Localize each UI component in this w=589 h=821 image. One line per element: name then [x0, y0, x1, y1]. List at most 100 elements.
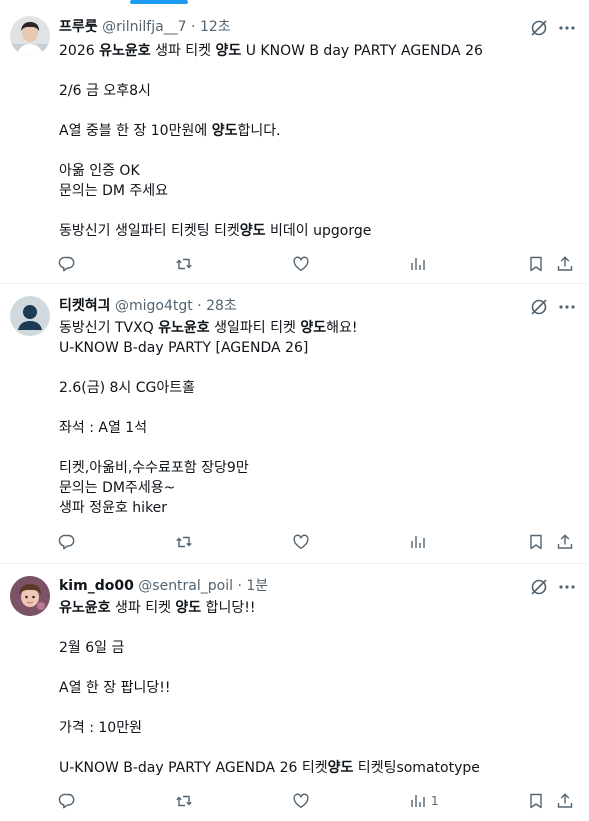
like-icon — [292, 792, 310, 810]
text-line: 티켓,아옮비,수수료포함 장당9만 — [59, 458, 569, 478]
retweet-icon — [175, 792, 193, 810]
text-line: U-KNOW B-day PARTY AGENDA 26 티켓양도 티켓팅som… — [59, 758, 569, 778]
views-button[interactable] — [409, 792, 427, 810]
handle[interactable]: @rilnilfja__7 — [102, 19, 187, 35]
text-segment: 좌석 : A열 1석 — [59, 420, 148, 436]
reply-button[interactable] — [58, 255, 76, 273]
display-name[interactable]: 프루룻 — [59, 19, 98, 35]
highlighted-keyword: 양도 — [211, 123, 238, 139]
text-segment: 문의는 DM 주세요 — [59, 183, 169, 199]
highlighted-keyword: 유노윤호 — [59, 600, 111, 616]
share-icon — [556, 792, 574, 810]
text-segment: 티켓팅somatotype — [353, 760, 480, 776]
text-segment: 해요! — [326, 320, 358, 336]
text-segment: 문의는 DM주세용~ — [59, 480, 176, 496]
more-icon[interactable] — [557, 297, 577, 317]
views-button[interactable] — [409, 255, 427, 273]
share-button[interactable] — [556, 255, 574, 273]
text-segment: 동방신기 생일파티 티켓팅 티켓 — [59, 223, 240, 239]
text-segment: 티켓,아옮비,수수료포함 장당9만 — [59, 460, 249, 476]
reply-icon — [58, 792, 76, 810]
like-button[interactable] — [292, 533, 310, 551]
views-icon — [409, 255, 427, 273]
text-segment: 2월 6일 금 — [59, 640, 125, 656]
text-line: 아옮 인증 OK — [59, 161, 569, 181]
timestamp[interactable]: 12초 — [200, 19, 231, 35]
separator: · — [233, 578, 247, 594]
text-segment: 동방신기 TVXQ — [59, 320, 159, 336]
bookmark-icon — [527, 533, 545, 551]
tweet[interactable]: 프루룻 @rilnilfja__7 · 12초 2026 유노윤호 생파 티켓 … — [0, 4, 589, 284]
text-line: 2/6 금 오후8시 — [59, 81, 569, 101]
like-icon — [292, 533, 310, 551]
grok-icon[interactable] — [529, 297, 549, 317]
display-name[interactable]: 티켓혀긔 — [59, 298, 111, 314]
handle[interactable]: @migo4tgt — [115, 298, 193, 314]
views-icon — [409, 792, 427, 810]
share-button[interactable] — [556, 533, 574, 551]
grok-icon[interactable] — [529, 18, 549, 38]
reply-button[interactable] — [58, 533, 76, 551]
text-line: 유노윤호 생파 티켓 양도 합니당!! — [59, 598, 569, 618]
avatar[interactable] — [10, 296, 50, 336]
timestamp[interactable]: 1분 — [246, 578, 268, 594]
retweet-button[interactable] — [175, 533, 193, 551]
bookmark-icon — [527, 792, 545, 810]
like-button[interactable] — [292, 792, 310, 810]
tweet[interactable]: 티켓혀긔 @migo4tgt · 28초 동방신기 TVXQ 유노윤호 생일파티… — [0, 284, 589, 564]
bookmark-button[interactable] — [527, 255, 545, 273]
text-line: 2월 6일 금 — [59, 638, 569, 658]
avatar[interactable] — [10, 16, 50, 56]
more-icon[interactable] — [557, 18, 577, 38]
retweet-button[interactable] — [175, 792, 193, 810]
views-count: 1 — [431, 794, 439, 808]
text-segment: U-KNOW B-day PARTY [AGENDA 26] — [59, 340, 309, 356]
separator: · — [192, 298, 207, 314]
text-segment: U-KNOW B-day PARTY AGENDA 26 티켓 — [59, 760, 328, 776]
text-segment: 가격 : 10만원 — [59, 720, 142, 736]
avatar[interactable] — [10, 576, 50, 616]
reply-icon — [58, 533, 76, 551]
reply-button[interactable] — [58, 792, 76, 810]
text-segment: 생일파티 티켓 — [209, 320, 301, 336]
text-line: 가격 : 10만원 — [59, 718, 569, 738]
bookmark-button[interactable] — [527, 533, 545, 551]
text-segment: 비데이 upgorge — [265, 223, 372, 239]
text-line: 문의는 DM 주세요 — [59, 181, 569, 201]
tweet-text: 2026 유노윤호 생파 티켓 양도 U KNOW B day PARTY AG… — [59, 41, 569, 241]
tweet[interactable]: kim_do00 @sentral_poil · 1분 유노윤호 생파 티켓 양… — [0, 564, 589, 821]
text-segment: 생파 티켓 — [110, 600, 176, 616]
action-bar — [0, 532, 589, 552]
more-icon[interactable] — [557, 577, 577, 597]
retweet-button[interactable] — [175, 255, 193, 273]
views-icon — [409, 533, 427, 551]
text-segment: A열 한 장 팝니당!! — [59, 680, 171, 696]
text-line: 2026 유노윤호 생파 티켓 양도 U KNOW B day PARTY AG… — [59, 41, 569, 61]
tweet-header: 티켓혀긔 @migo4tgt · 28초 — [59, 296, 519, 316]
text-segment: 아옮 인증 OK — [59, 163, 140, 179]
handle[interactable]: @sentral_poil — [138, 578, 233, 594]
text-segment: 생파 티켓 — [150, 43, 216, 59]
highlighted-keyword: 유노윤호 — [158, 320, 210, 336]
share-button[interactable] — [556, 792, 574, 810]
like-button[interactable] — [292, 255, 310, 273]
grok-icon[interactable] — [529, 577, 549, 597]
bookmark-button[interactable] — [527, 792, 545, 810]
display-name[interactable]: kim_do00 — [59, 578, 134, 594]
share-icon — [556, 533, 574, 551]
views-button[interactable] — [409, 533, 427, 551]
text-segment: 2026 — [59, 43, 100, 59]
highlighted-keyword: 양도 — [300, 320, 327, 336]
highlighted-keyword: 양도 — [215, 43, 242, 59]
text-line: 생파 정윤호 hiker — [59, 498, 569, 518]
text-line: 동방신기 생일파티 티켓팅 티켓양도 비데이 upgorge — [59, 221, 569, 241]
timestamp[interactable]: 28초 — [206, 298, 237, 314]
text-line: 좌석 : A열 1석 — [59, 418, 569, 438]
reply-icon — [58, 255, 76, 273]
